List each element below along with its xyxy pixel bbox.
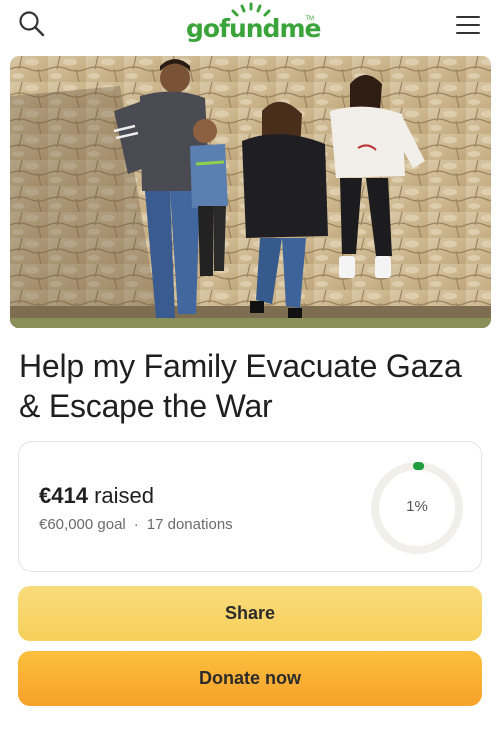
top-navigation-bar: gofundme TM bbox=[0, 0, 500, 52]
trademark-mark: TM bbox=[305, 16, 314, 22]
raised-amount-value: €414 bbox=[39, 483, 88, 508]
amount-raised: €414 raised bbox=[39, 483, 154, 509]
donate-now-button[interactable]: Donate now bbox=[18, 651, 482, 706]
progress-percent: 1% bbox=[406, 498, 428, 515]
raised-suffix: raised bbox=[94, 483, 154, 508]
campaign-hero-image[interactable] bbox=[10, 56, 491, 328]
family-photo bbox=[10, 56, 491, 328]
meta-separator: · bbox=[133, 516, 139, 533]
menu-button[interactable] bbox=[452, 9, 484, 39]
share-button[interactable]: Share bbox=[18, 586, 482, 641]
search-icon bbox=[19, 11, 45, 37]
gofundme-logo[interactable]: gofundme TM bbox=[186, 2, 321, 48]
search-button[interactable] bbox=[16, 8, 48, 40]
hamburger-menu-icon bbox=[456, 16, 480, 34]
campaign-title: Help my Family Evacuate Gaza & Escape th… bbox=[19, 348, 462, 424]
goal-and-donations: €60,000 goal · 17 donations bbox=[39, 516, 233, 533]
logo-wordmark: gofundme bbox=[186, 14, 321, 43]
fundraising-progress-card: €414 raised €60,000 goal · 17 donations 1% bbox=[18, 441, 482, 572]
donations-count[interactable]: 17 donations bbox=[147, 516, 233, 533]
goal-text: €60,000 goal bbox=[39, 516, 126, 533]
